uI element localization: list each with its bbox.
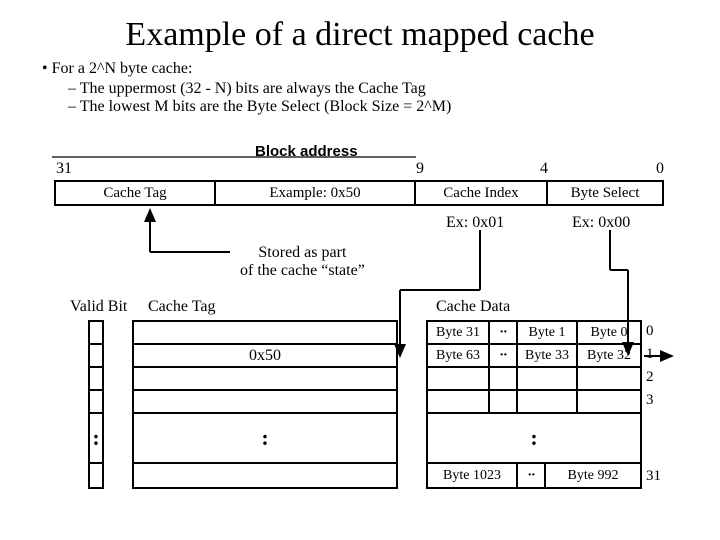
addr-cache-index: Cache Index bbox=[416, 182, 548, 204]
cell-dots: ·· bbox=[518, 464, 546, 487]
bit-label-4: 4 bbox=[540, 160, 548, 178]
cell: Byte 1 bbox=[518, 322, 578, 343]
data-row-31: Byte 1023 ·· Byte 992 bbox=[428, 464, 640, 487]
cell-dots: ·· bbox=[490, 322, 518, 343]
cell-dots: ·· bbox=[490, 345, 518, 366]
vdots-valid: : bbox=[92, 425, 99, 451]
row-num-31: 31 bbox=[646, 468, 661, 485]
cell: Byte 32 bbox=[578, 345, 640, 366]
bullet-sub1: The uppermost (32 - N) bits are always t… bbox=[68, 80, 688, 98]
cell: Byte 63 bbox=[428, 345, 490, 366]
cell: Byte 992 bbox=[546, 464, 640, 487]
cell: Byte 1023 bbox=[428, 464, 518, 487]
stored-note: Stored as part of the cache “state” bbox=[240, 244, 365, 279]
addr-example: Example: 0x50 bbox=[216, 182, 416, 204]
cache-tag-value: 0x50 bbox=[134, 345, 396, 368]
cell: Byte 0 bbox=[578, 322, 640, 343]
vdots-data: : bbox=[530, 425, 537, 451]
data-row-2 bbox=[428, 368, 640, 391]
cell: Byte 33 bbox=[518, 345, 578, 366]
cache-data-table: Byte 31 ·· Byte 1 Byte 0 Byte 63 ·· Byte… bbox=[426, 320, 642, 489]
vdots-tag: : bbox=[261, 425, 268, 451]
label-cache-tag: Cache Tag bbox=[148, 298, 215, 316]
data-row-dots: : bbox=[428, 414, 640, 464]
label-cache-data: Cache Data bbox=[436, 298, 510, 316]
addr-cache-tag: Cache Tag bbox=[56, 182, 216, 204]
page-title: Example of a direct mapped cache bbox=[32, 16, 688, 54]
bit-label-0: 0 bbox=[656, 160, 664, 178]
data-row-3 bbox=[428, 391, 640, 414]
valid-bit-column: : bbox=[88, 320, 104, 489]
address-row: Cache Tag Example: 0x50 Cache Index Byte… bbox=[54, 180, 664, 206]
data-row-0: Byte 31 ·· Byte 1 Byte 0 bbox=[428, 322, 640, 345]
example-byte-select: Ex: 0x00 bbox=[572, 214, 630, 232]
bullet-main: For a 2^N byte cache: bbox=[42, 60, 688, 78]
row-num-3: 3 bbox=[646, 392, 654, 409]
stored-note-l2: of the cache “state” bbox=[240, 262, 365, 279]
bit-label-31: 31 bbox=[56, 160, 72, 178]
bit-label-9: 9 bbox=[416, 160, 424, 178]
cell: Byte 31 bbox=[428, 322, 490, 343]
row-num-0: 0 bbox=[646, 323, 654, 340]
label-valid-bit: Valid Bit bbox=[70, 298, 127, 316]
block-address-label: Block address bbox=[255, 143, 358, 160]
data-row-1: Byte 63 ·· Byte 33 Byte 32 bbox=[428, 345, 640, 368]
row-num-2: 2 bbox=[646, 369, 654, 386]
cache-tag-column: 0x50 : bbox=[132, 320, 398, 489]
stored-note-l1: Stored as part bbox=[258, 244, 346, 261]
row-num-1: 1 bbox=[646, 346, 654, 363]
bullet-sub2: The lowest M bits are the Byte Select (B… bbox=[68, 98, 688, 116]
example-cache-index: Ex: 0x01 bbox=[446, 214, 504, 232]
bullet-sublist: The uppermost (32 - N) bits are always t… bbox=[68, 80, 688, 116]
addr-byte-select: Byte Select bbox=[548, 182, 662, 204]
bullet-list: For a 2^N byte cache: bbox=[42, 60, 688, 78]
